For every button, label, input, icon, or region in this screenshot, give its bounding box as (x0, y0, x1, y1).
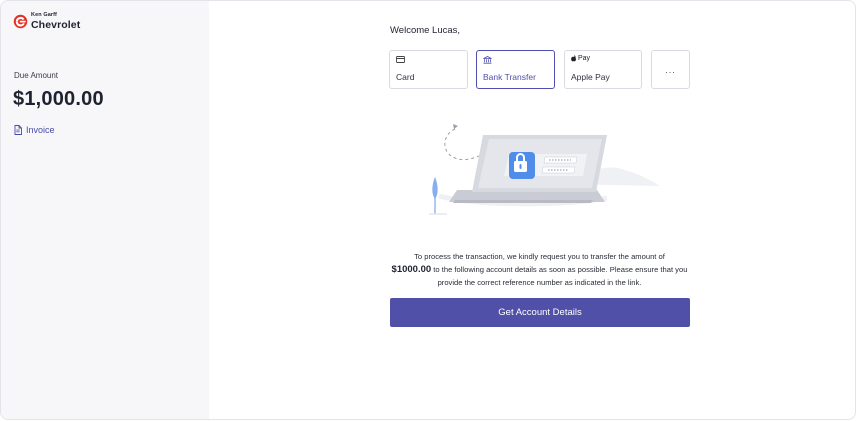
tab-more-options[interactable]: ... (651, 50, 690, 89)
tab-card-label: Card (396, 72, 415, 82)
brand-name-small: Ken Garff (31, 12, 57, 18)
instructions-text-start: To process the transaction, we kindly re… (414, 252, 665, 261)
main-content: Welcome Lucas, Card Bank Transfer Pay Ap… (209, 1, 855, 419)
tab-apple-pay-label: Apple Pay (571, 72, 610, 82)
transfer-instructions: To process the transaction, we kindly re… (389, 250, 690, 289)
invoice-link[interactable]: Invoice (14, 125, 55, 135)
instructions-text-end: to the following account details as soon… (433, 265, 688, 287)
due-amount-label: Due Amount (14, 71, 59, 80)
tab-card[interactable]: Card (389, 50, 468, 89)
invoice-label: Invoice (26, 125, 55, 135)
brand-logo: Ken Garff Chevrolet (13, 12, 81, 31)
bank-icon (483, 56, 492, 64)
chevrolet-logo-icon (13, 14, 28, 29)
get-account-details-button[interactable]: Get Account Details (390, 298, 690, 327)
tab-bank-transfer[interactable]: Bank Transfer (476, 50, 555, 89)
apple-pay-icon-text: Pay (578, 55, 591, 62)
document-icon (14, 125, 22, 135)
tab-bank-transfer-label: Bank Transfer (483, 72, 536, 82)
payment-page: Ken Garff Chevrolet Due Amount $1,000.00… (0, 0, 856, 420)
more-icon: ... (665, 65, 676, 75)
brand-name: Chevrolet (31, 18, 81, 31)
sidebar: Ken Garff Chevrolet Due Amount $1,000.00… (1, 1, 209, 419)
due-amount-value: $1,000.00 (13, 88, 104, 110)
welcome-heading: Welcome Lucas, (390, 25, 461, 36)
card-icon (396, 56, 405, 63)
laptop-lock-illustration (429, 124, 660, 215)
apple-pay-icon: Pay (571, 55, 590, 62)
transfer-amount: $1000.00 (391, 264, 432, 275)
tab-apple-pay[interactable]: Pay Apple Pay (564, 50, 642, 89)
